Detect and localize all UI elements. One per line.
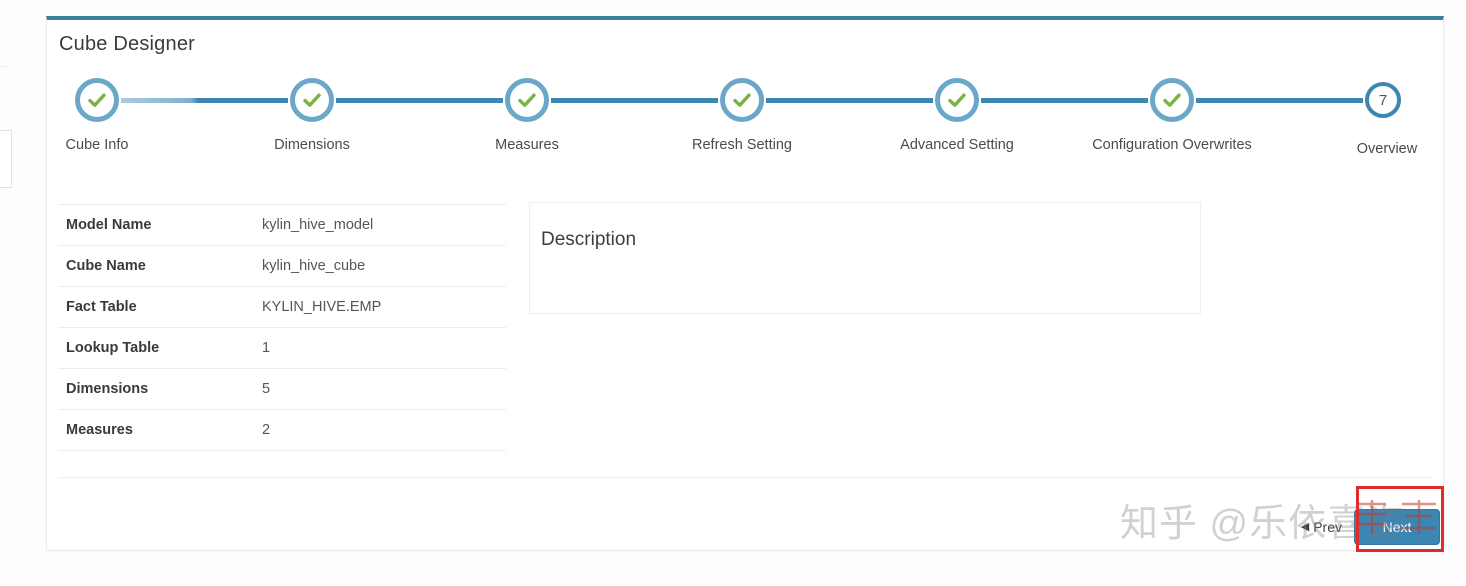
table-cell-value: 2 — [262, 422, 271, 438]
table-cell-value: 1 — [262, 340, 271, 356]
table-cell-value: kylin_hive_cube — [262, 258, 366, 274]
stepper-step-dimensions[interactable]: Dimensions — [232, 78, 392, 153]
stepper-step-cube-info[interactable]: Cube Info — [17, 78, 177, 153]
screen: Cube Designer Cube Info Dimensions Measure… — [0, 0, 1466, 586]
stepper-step-overview[interactable]: 7 Overview — [1307, 78, 1466, 157]
footer-divider — [58, 477, 1432, 478]
check-icon — [935, 78, 979, 122]
table-cell-key: Cube Name — [66, 258, 146, 274]
cube-summary-table: Model Name kylin_hive_model Cube Name kylin… — [58, 204, 506, 451]
step-label: Dimensions — [274, 137, 350, 153]
step-marker — [1150, 78, 1194, 122]
table-row: Fact Table KYLIN_HIVE.EMP — [58, 287, 506, 328]
chevron-left-icon: ◀ — [1300, 520, 1310, 533]
wizard-footer: ◀ Prev Next — [1289, 498, 1443, 556]
page-title: Cube Designer — [59, 33, 196, 55]
stepper-step-advanced-setting[interactable]: Advanced Setting — [877, 78, 1037, 153]
step-label: Configuration Overwrites — [1092, 137, 1252, 153]
stepper-step-refresh-setting[interactable]: Refresh Setting — [662, 78, 822, 153]
table-cell-key: Lookup Table — [66, 340, 160, 356]
check-icon — [720, 78, 764, 122]
check-icon — [1150, 78, 1194, 122]
table-row: Cube Name kylin_hive_cube — [58, 246, 506, 287]
step-marker — [505, 78, 549, 122]
check-icon — [290, 78, 334, 122]
table-cell-key: Model Name — [66, 217, 152, 233]
step-number: 7 — [1365, 82, 1401, 118]
prev-button[interactable]: ◀ Prev — [1289, 511, 1354, 543]
step-label: Advanced Setting — [900, 137, 1014, 153]
step-marker — [935, 78, 979, 122]
step-marker: 7 — [1365, 82, 1409, 126]
prev-button-label: Prev — [1313, 519, 1342, 535]
table-row: Measures 2 — [58, 410, 506, 451]
cube-designer-card: Cube Designer Cube Info Dimensions Measure… — [46, 16, 1444, 551]
step-label: Refresh Setting — [692, 137, 792, 153]
table-cell-value: KYLIN_HIVE.EMP — [262, 299, 382, 315]
step-label: Cube Info — [65, 137, 129, 153]
check-icon — [505, 78, 549, 122]
wizard-stepper: Cube Info Dimensions Measures Refresh Setti… — [66, 78, 1417, 178]
step-label: Overview — [1356, 141, 1418, 157]
table-cell-key: Fact Table — [66, 299, 137, 315]
table-row: Dimensions 5 — [58, 369, 506, 410]
step-marker — [720, 78, 764, 122]
stepper-step-configuration-overwrites[interactable]: Configuration Overwrites — [1092, 78, 1252, 153]
table-row: Lookup Table 1 — [58, 328, 506, 369]
table-cell-key: Measures — [66, 422, 133, 438]
step-marker — [290, 78, 334, 122]
left-edge-divider — [0, 66, 10, 67]
description-panel: Description — [529, 202, 1201, 314]
step-label: Measures — [495, 137, 559, 153]
step-marker — [75, 78, 119, 122]
table-row: Model Name kylin_hive_model — [58, 204, 506, 246]
step-number-label: 7 — [1378, 91, 1388, 109]
check-icon — [75, 78, 119, 122]
left-edge-partial-widget — [0, 130, 12, 188]
next-button[interactable]: Next — [1354, 509, 1440, 545]
description-title: Description — [541, 229, 637, 250]
table-cell-key: Dimensions — [66, 381, 149, 397]
table-cell-value: 5 — [262, 381, 271, 397]
stepper-step-measures[interactable]: Measures — [447, 78, 607, 153]
table-cell-value: kylin_hive_model — [262, 217, 374, 233]
